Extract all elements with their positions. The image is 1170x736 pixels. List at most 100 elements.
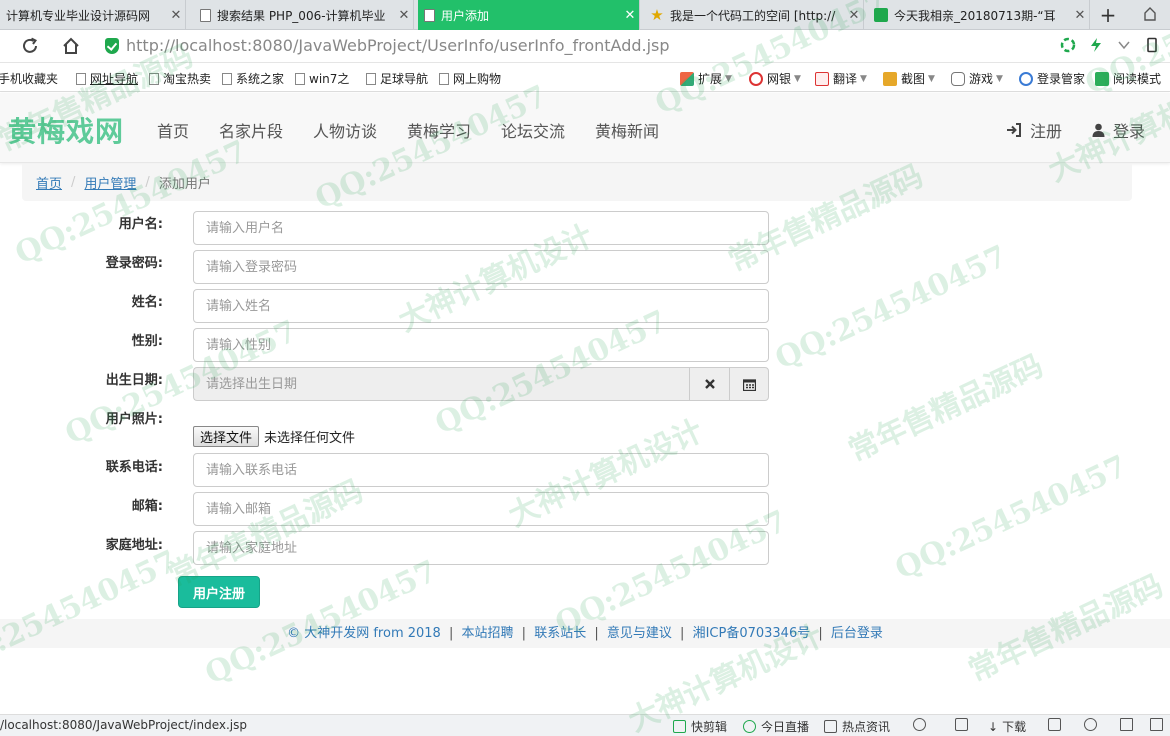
nav-learning[interactable]: 黄梅学习: [407, 118, 471, 142]
footer-separator: |: [448, 626, 454, 641]
reload-icon[interactable]: [19, 35, 41, 57]
bookmark-label: 网上购物: [453, 72, 502, 86]
tool-reading-mode[interactable]: 阅读模式: [1095, 70, 1161, 87]
restore-tab-icon[interactable]: [1142, 6, 1158, 22]
bookmark-label: win7之: [309, 72, 350, 86]
login-link[interactable]: 登录: [1092, 118, 1145, 142]
browser-tab[interactable]: ★ 我是一个代码工的空间 [http:// ✕: [644, 0, 864, 30]
tool-screenshot[interactable]: 截图 ▼: [883, 70, 935, 87]
pin-icon: [955, 718, 968, 731]
tool-games[interactable]: 游戏 ▼: [951, 70, 1003, 87]
close-icon[interactable]: ✕: [167, 8, 185, 23]
close-icon[interactable]: ✕: [395, 8, 413, 23]
secure-shield-icon: [105, 38, 119, 54]
register-user-button[interactable]: 用户注册: [178, 576, 260, 608]
new-tab-button[interactable]: +: [1096, 0, 1120, 30]
footer-copyright: © 大神开发网 from 2018: [287, 626, 441, 641]
site-brand[interactable]: 黄梅戏网: [8, 110, 124, 150]
password-input[interactable]: [193, 250, 769, 284]
status-pin[interactable]: [955, 718, 973, 731]
speed-icon: [913, 718, 926, 731]
doc-icon: [424, 8, 435, 22]
breadcrumb-user-management[interactable]: 用户管理: [84, 173, 136, 192]
status-ie-mode[interactable]: [1084, 718, 1102, 731]
footer-link-icp[interactable]: 湘ICP备0703346号: [693, 626, 811, 641]
bookmark-mobile-favorites[interactable]: 手机收藏夹: [0, 70, 58, 87]
status-screenshot[interactable]: [1048, 718, 1066, 731]
clear-date-button[interactable]: [689, 367, 729, 401]
url-path: :8080/JavaWebProject/UserInfo/userInfo_f…: [246, 36, 670, 55]
status-window[interactable]: [1120, 718, 1138, 731]
bookmark-football[interactable]: 足球导航: [366, 70, 428, 87]
page-icon: [295, 72, 305, 85]
chevron-down-icon[interactable]: [1116, 37, 1132, 53]
nav-famous-clips[interactable]: 名家片段: [219, 118, 283, 142]
bookmark-system[interactable]: 系统之家: [222, 70, 284, 87]
tool-extensions[interactable]: 扩展 ▼: [680, 70, 732, 87]
browser-tab[interactable]: 搜索结果 PHP_006-计算机毕业 ✕: [194, 0, 414, 30]
close-icon[interactable]: ✕: [845, 8, 863, 23]
status-hot-news[interactable]: 热点资讯: [824, 718, 890, 735]
birthday-input[interactable]: [193, 367, 689, 401]
browser-tab-active[interactable]: 用户添加 ✕: [418, 0, 640, 30]
tool-login-manager[interactable]: 登录管家: [1019, 70, 1085, 87]
nav-interviews[interactable]: 人物访谈: [313, 118, 377, 142]
close-icon[interactable]: ✕: [621, 8, 639, 23]
address-input[interactable]: [193, 531, 769, 565]
tool-translate[interactable]: 翻译 ▼: [815, 70, 867, 87]
username-input[interactable]: [193, 211, 769, 245]
nav-home[interactable]: 首页: [157, 118, 189, 142]
browser-tab[interactable]: 计算机专业毕业设计源码网 ✕: [0, 0, 186, 30]
close-icon[interactable]: ✕: [1071, 8, 1089, 23]
breadcrumb-home[interactable]: 首页: [36, 173, 62, 192]
status-live[interactable]: 今日直播: [743, 718, 809, 735]
close-icon: [704, 379, 715, 389]
bookmark-taobao[interactable]: 淘宝热卖: [149, 70, 211, 87]
register-link[interactable]: 注册: [1006, 118, 1062, 142]
status-quick-clip[interactable]: 快剪辑: [673, 718, 727, 735]
refresh-plugin-icon[interactable]: [1060, 37, 1076, 53]
name-input[interactable]: [193, 289, 769, 323]
bookmark-label: 足球导航: [380, 72, 429, 86]
site-footer: © 大神开发网 from 2018 | 本站招聘 | 联系站长 | 意见与建议 …: [0, 619, 1170, 648]
nav-news[interactable]: 黄梅新闻: [595, 118, 659, 142]
lightning-icon[interactable]: [1088, 37, 1104, 53]
email-input[interactable]: [193, 492, 769, 526]
browser-tab[interactable]: 今天我相亲_20180713期-“耳 ✕: [868, 0, 1090, 30]
chevron-down-icon: ▼: [725, 73, 732, 84]
sign-in-icon: [1007, 123, 1021, 137]
tool-label: 游戏: [969, 72, 994, 86]
footer-link-jobs[interactable]: 本站招聘: [462, 626, 514, 641]
gender-input[interactable]: [193, 328, 769, 362]
status-url: /localhost:8080/JavaWebProject/index.jsp: [0, 718, 247, 732]
tab-title: 搜索结果 PHP_006-计算机毕业: [217, 8, 386, 23]
choose-file-button[interactable]: 选择文件: [193, 426, 260, 447]
footer-link-contact[interactable]: 联系站长: [534, 626, 586, 641]
phone-icon[interactable]: [1144, 37, 1160, 53]
tool-bank[interactable]: 网银 ▼: [749, 70, 801, 87]
footer-link-admin-login[interactable]: 后台登录: [831, 626, 883, 641]
bookmark-label: 淘宝热卖: [163, 72, 212, 86]
zoom-icon: [1150, 718, 1163, 731]
footer-link-feedback[interactable]: 意见与建议: [607, 626, 672, 641]
doc-icon: [200, 8, 211, 22]
star-icon: ★: [650, 6, 664, 24]
status-speed[interactable]: [913, 718, 931, 731]
bookmark-nav[interactable]: 网址导航: [76, 70, 138, 87]
chevron-down-icon: ▼: [996, 73, 1003, 84]
tool-label: 登录管家: [1037, 72, 1086, 86]
book-icon: [1095, 71, 1109, 86]
open-calendar-button[interactable]: [729, 367, 769, 401]
bookmark-label: 系统之家: [236, 72, 285, 86]
bookmark-win7[interactable]: win7之: [295, 70, 349, 87]
status-download[interactable]: ↓ 下载: [988, 718, 1026, 735]
watermark-text: QQ:254540457: [890, 448, 1133, 587]
url-field[interactable]: http://localhost:8080/JavaWebProject/Use…: [126, 36, 670, 55]
phone-input[interactable]: [193, 453, 769, 487]
gamepad-icon: [951, 71, 965, 86]
nav-forum[interactable]: 论坛交流: [501, 118, 565, 142]
home-icon[interactable]: [60, 35, 82, 57]
bookmark-shopping[interactable]: 网上购物: [439, 70, 501, 87]
phone-label: 联系电话:: [105, 460, 163, 475]
status-zoom[interactable]: [1150, 718, 1168, 731]
